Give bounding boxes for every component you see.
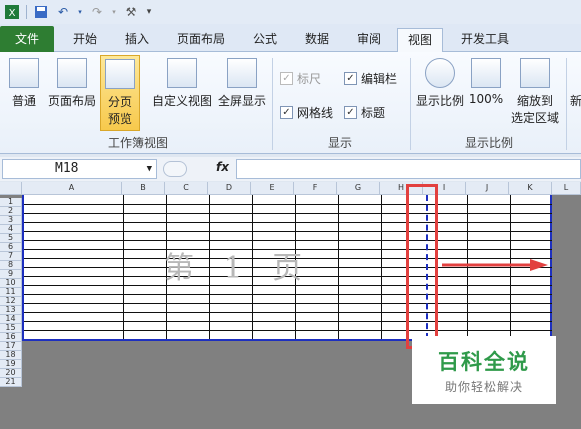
customize-icon[interactable]: ⚒ — [123, 4, 139, 20]
redo-icon[interactable]: ↷ — [89, 4, 105, 20]
column-header[interactable]: F — [294, 182, 337, 195]
normal-view-button[interactable]: 普通 — [6, 58, 42, 109]
tab-file[interactable]: 文件 — [0, 26, 54, 52]
tab-page-layout[interactable]: 页面布局 — [166, 28, 236, 52]
brand-subtitle: 助你轻松解决 — [444, 380, 523, 394]
tab-home[interactable]: 开始 — [62, 28, 108, 52]
row-header[interactable]: 21 — [0, 378, 22, 387]
undo-icon[interactable]: ↶ — [55, 4, 71, 20]
formula-cancel-enter-area — [163, 161, 187, 177]
column-header[interactable]: B — [122, 182, 165, 195]
formula-input[interactable] — [236, 159, 581, 179]
name-box[interactable]: M18 ▼ — [2, 159, 157, 179]
quick-access-toolbar: X ↶ ▾ ↷ ▾ ⚒ ▾ — [0, 0, 581, 24]
svg-text:X: X — [9, 8, 16, 19]
column-header[interactable]: C — [165, 182, 208, 195]
column-header[interactable]: A — [22, 182, 122, 195]
tab-insert[interactable]: 插入 — [114, 28, 160, 52]
page-layout-view-button[interactable]: 页面布局 — [46, 58, 98, 109]
tab-developer[interactable]: 开发工具 — [450, 28, 520, 52]
arrow-icon — [442, 259, 548, 271]
qat-customize-dropdown-icon[interactable]: ▾ — [145, 4, 153, 20]
undo-dropdown-icon[interactable]: ▾ — [77, 4, 83, 20]
tab-view[interactable]: 视图 — [397, 28, 443, 53]
save-icon[interactable] — [33, 4, 49, 20]
excel-icon: X — [4, 4, 20, 20]
formula-bar: M18 ▼ fx — [0, 157, 581, 181]
workbook-views-group-label: 工作簿视图 — [107, 136, 168, 150]
magnifier-icon — [425, 58, 455, 88]
redo-dropdown-icon[interactable]: ▾ — [111, 4, 117, 20]
column-header[interactable]: D — [208, 182, 251, 195]
ribbon-tabs: 文件 开始 插入 页面布局 公式 数据 审阅 视图 开发工具 — [0, 24, 581, 53]
tab-data[interactable]: 数据 — [294, 28, 340, 52]
normal-view-icon — [9, 58, 39, 88]
zoom-100-icon — [471, 58, 501, 88]
tab-review[interactable]: 审阅 — [346, 28, 392, 52]
highlight-box — [406, 184, 438, 349]
page-number-watermark: 第 1 页 — [164, 251, 313, 286]
tab-formulas[interactable]: 公式 — [242, 28, 288, 52]
page-layout-icon — [57, 58, 87, 88]
full-screen-icon — [227, 58, 257, 88]
brand-title: 百科全说 — [438, 350, 530, 374]
formula-bar-checkbox[interactable]: ✓ 编辑栏 — [344, 70, 397, 87]
insert-function-icon[interactable]: fx — [216, 160, 229, 174]
column-header[interactable]: J — [466, 182, 509, 195]
zoom-group-label: 显示比例 — [464, 136, 513, 150]
brand-watermark: 百科全说 助你轻松解决 — [412, 336, 556, 404]
gridlines-checkbox[interactable]: ✓ 网格线 — [280, 104, 333, 121]
headings-checkbox[interactable]: ✓ 标题 — [344, 104, 385, 121]
ruler-checkbox[interactable]: ✓ 标尺 — [280, 70, 321, 87]
zoom-100-button[interactable]: 100% — [468, 58, 504, 106]
full-screen-button[interactable]: 全屏显示 — [216, 58, 268, 109]
column-header[interactable]: K — [509, 182, 552, 195]
custom-views-icon — [167, 58, 197, 88]
column-header[interactable]: L — [552, 182, 581, 195]
column-header[interactable]: E — [251, 182, 294, 195]
show-group-label: 显示 — [327, 136, 352, 150]
new-window-button[interactable]: 新 — [570, 92, 581, 109]
custom-views-button[interactable]: 自定义视图 — [150, 58, 214, 109]
column-header[interactable]: G — [337, 182, 380, 195]
ribbon: 普通 页面布局 分页 预览 自定义视图 全屏显示 工作簿视图 ✓ 标尺 ✓ 编辑栏 … — [0, 52, 581, 154]
page-break-preview-button[interactable]: 分页 预览 — [100, 55, 140, 131]
name-box-dropdown-icon[interactable]: ▼ — [147, 160, 152, 178]
zoom-to-selection-button[interactable]: 缩放到 选定区域 — [508, 58, 562, 126]
page-break-preview-icon — [105, 59, 135, 89]
zoom-to-selection-icon — [520, 58, 550, 88]
zoom-button[interactable]: 显示比例 — [414, 58, 466, 109]
select-all-corner[interactable] — [0, 182, 22, 195]
